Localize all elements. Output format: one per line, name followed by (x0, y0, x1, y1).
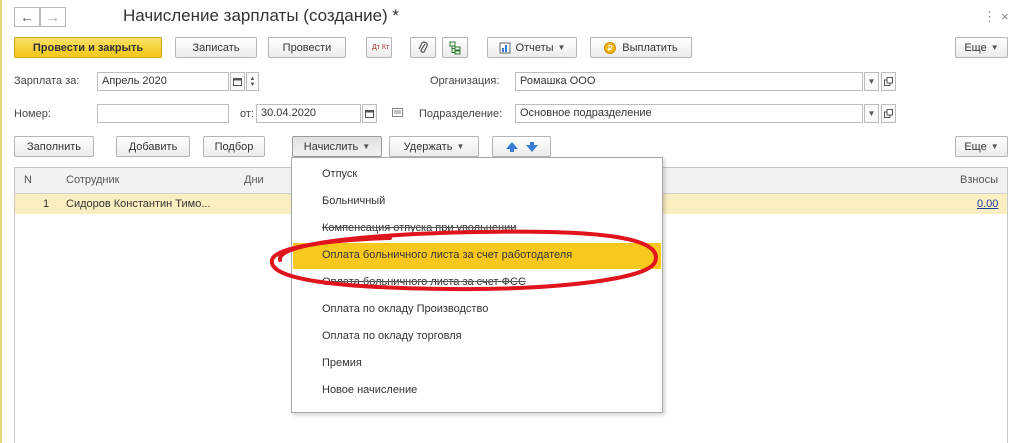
row-number: 1 (43, 198, 50, 210)
col-days[interactable]: Дни (244, 174, 264, 186)
department-open[interactable] (881, 104, 896, 123)
organization-open[interactable] (881, 72, 896, 91)
menu-item-bonus[interactable]: Премия (293, 351, 661, 377)
menu-item-label: Отпуск (322, 168, 358, 180)
paperclip-icon (418, 41, 428, 53)
arrow-left-icon: ← (20, 9, 34, 25)
calendar-icon (233, 78, 242, 86)
accrue-label: Начислить (303, 140, 359, 153)
chevron-down-icon: ▼ (362, 142, 371, 151)
chevron-down-icon: ▼ (456, 142, 465, 151)
move-up-icon[interactable] (505, 141, 519, 153)
department-label: Подразделение: (419, 108, 503, 120)
svg-text:₽: ₽ (608, 44, 613, 53)
comment-icon[interactable] (392, 107, 403, 121)
col-contributions[interactable]: Взносы (960, 174, 998, 186)
organization-label: Организация: (430, 75, 500, 87)
annotation-ellipse (269, 229, 658, 292)
pay-button[interactable]: ₽ Выплатить (590, 37, 692, 58)
menu-item-label: Премия (322, 357, 362, 369)
calendar-button[interactable] (230, 72, 245, 91)
menu-item-new-accrual[interactable]: Новое начисление (293, 378, 661, 404)
date-calendar-button[interactable] (362, 104, 377, 123)
chevron-down-icon: ▼ (990, 142, 999, 151)
menu-item-label: Оплата по окладу торговля (322, 330, 462, 342)
pick-button[interactable]: Подбор (203, 136, 265, 157)
organization-field[interactable]: Ромашка ООО (515, 72, 863, 91)
menu-item-vacation[interactable]: Отпуск (293, 162, 661, 188)
col-n[interactable]: N (24, 174, 32, 186)
chevron-down-icon: ▼ (867, 109, 876, 118)
dt-kt-icon: Дт Кт (372, 44, 390, 51)
chevron-down-icon: ▼ (249, 81, 256, 88)
number-field[interactable] (97, 104, 229, 123)
forward-button[interactable]: → (40, 7, 66, 27)
department-field[interactable]: Основное подразделение (515, 104, 863, 123)
menu-item-salary-trade[interactable]: Оплата по окладу торговля (293, 324, 661, 350)
post-and-close-button[interactable]: Провести и закрыть (14, 37, 162, 58)
salary-period-field[interactable]: Апрель 2020 (97, 72, 229, 91)
table-more-label: Еще (964, 140, 987, 153)
back-button[interactable]: ← (14, 7, 40, 27)
row-employee[interactable]: Сидоров Константин Тимо... (66, 198, 211, 210)
report-icon (499, 42, 511, 53)
chevron-down-icon: ▼ (557, 43, 566, 52)
chevron-down-icon: ▼ (867, 77, 876, 86)
menu-item-label: Оплата по окладу Производство (322, 303, 489, 315)
withhold-button[interactable]: Удержать ▼ (389, 136, 479, 157)
withhold-label: Удержать (403, 140, 453, 153)
menu-item-label: Новое начисление (322, 384, 418, 396)
page-title: Начисление зарплаты (создание) * (123, 6, 400, 25)
more-options-icon[interactable]: ⋮ (983, 9, 996, 25)
table-more-button[interactable]: Еще ▼ (955, 136, 1008, 157)
period-stepper[interactable]: ▲ ▼ (246, 72, 259, 91)
coin-icon: ₽ (604, 41, 617, 54)
reports-button[interactable]: Отчеты ▼ (487, 37, 577, 58)
row-contributions[interactable]: 0.00 (977, 198, 998, 210)
menu-item-sick-leave[interactable]: Больничный (293, 189, 661, 215)
fill-button[interactable]: Заполнить (14, 136, 94, 157)
menu-item-label: Больничный (322, 195, 386, 207)
open-icon (884, 77, 893, 86)
chevron-down-icon: ▼ (990, 43, 999, 52)
dt-kt-button[interactable]: Дт Кт (366, 37, 392, 58)
move-buttons[interactable] (492, 136, 551, 157)
col-employee[interactable]: Сотрудник (66, 174, 119, 186)
structure-icon (449, 41, 461, 54)
department-dropdown[interactable]: ▼ (864, 104, 879, 123)
accrue-button[interactable]: Начислить ▼ (292, 136, 382, 157)
window-edge (0, 0, 2, 443)
add-button[interactable]: Добавить (116, 136, 190, 157)
structure-button[interactable] (442, 37, 468, 58)
save-button[interactable]: Записать (175, 37, 257, 58)
number-label: Номер: (14, 108, 51, 120)
pay-label: Выплатить (622, 41, 678, 54)
more-button[interactable]: Еще ▼ (955, 37, 1008, 58)
attach-button[interactable] (410, 37, 436, 58)
arrow-right-icon: → (46, 9, 60, 25)
date-field[interactable]: 30.04.2020 (256, 104, 361, 123)
close-icon[interactable]: × (1001, 9, 1009, 24)
organization-dropdown[interactable]: ▼ (864, 72, 879, 91)
date-label: от: (240, 108, 254, 120)
calendar-icon (365, 110, 374, 118)
reports-label: Отчеты (515, 41, 554, 54)
more-label: Еще (964, 41, 987, 54)
move-down-icon[interactable] (525, 141, 539, 153)
open-icon (884, 109, 893, 118)
salary-for-label: Зарплата за: (14, 75, 80, 87)
post-button[interactable]: Провести (268, 37, 346, 58)
menu-item-salary-production[interactable]: Оплата по окладу Производство (293, 297, 661, 323)
